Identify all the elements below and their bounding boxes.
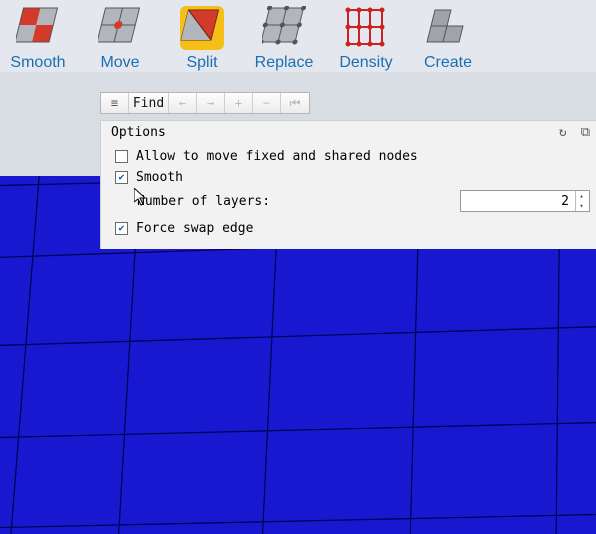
panel-title: Options (111, 125, 166, 140)
mesh-tools-toolbar: Smooth Move (0, 0, 596, 72)
tool-label: Smooth (10, 54, 65, 72)
tool-create[interactable]: Create (418, 4, 478, 72)
replace-icon (260, 4, 308, 52)
remove-icon[interactable]: − (253, 93, 281, 113)
smooth-checkbox[interactable] (115, 171, 128, 184)
expand-icon[interactable]: ⧉ (581, 125, 590, 140)
allow-move-label: Allow to move fixed and shared nodes (136, 149, 418, 164)
layers-value: 2 (461, 194, 575, 209)
options-panel: Options ↻ ⧉ Allow to move fixed and shar… (100, 120, 596, 249)
allow-move-checkbox[interactable] (115, 150, 128, 163)
menu-icon[interactable]: ≡ (101, 93, 129, 113)
tool-label: Create (424, 54, 472, 72)
tool-move[interactable]: Move (90, 4, 150, 72)
tool-label: Split (186, 54, 217, 72)
first-icon[interactable]: ⏮ (281, 93, 309, 113)
tool-replace[interactable]: Replace (254, 4, 314, 72)
force-swap-label: Force swap edge (136, 221, 253, 236)
add-icon[interactable]: + (225, 93, 253, 113)
spin-down-icon[interactable]: ▾ (576, 201, 587, 211)
smooth-icon (14, 4, 62, 52)
spin-up-icon[interactable]: ▴ (576, 191, 587, 201)
smooth-label: Smooth (136, 170, 183, 185)
density-icon (342, 4, 390, 52)
move-icon (96, 4, 144, 52)
force-swap-checkbox[interactable] (115, 222, 128, 235)
tool-density[interactable]: Density (336, 4, 396, 72)
find-navbar: ≡ Find ← → + − ⏮ (100, 92, 310, 114)
find-button[interactable]: Find (129, 93, 169, 113)
tool-label: Replace (255, 54, 314, 72)
tool-label: Move (100, 54, 139, 72)
layers-label: Number of layers: (137, 194, 270, 209)
layers-spinner[interactable]: ▴ ▾ (575, 191, 587, 211)
tool-smooth[interactable]: Smooth (8, 4, 68, 72)
create-icon (424, 4, 472, 52)
next-icon[interactable]: → (197, 93, 225, 113)
split-icon (178, 4, 226, 52)
prev-icon[interactable]: ← (169, 93, 197, 113)
layers-input[interactable]: 2 ▴ ▾ (460, 190, 590, 212)
tool-label: Density (339, 54, 392, 72)
reset-icon[interactable]: ↻ (559, 125, 567, 140)
tool-split[interactable]: Split (172, 4, 232, 72)
